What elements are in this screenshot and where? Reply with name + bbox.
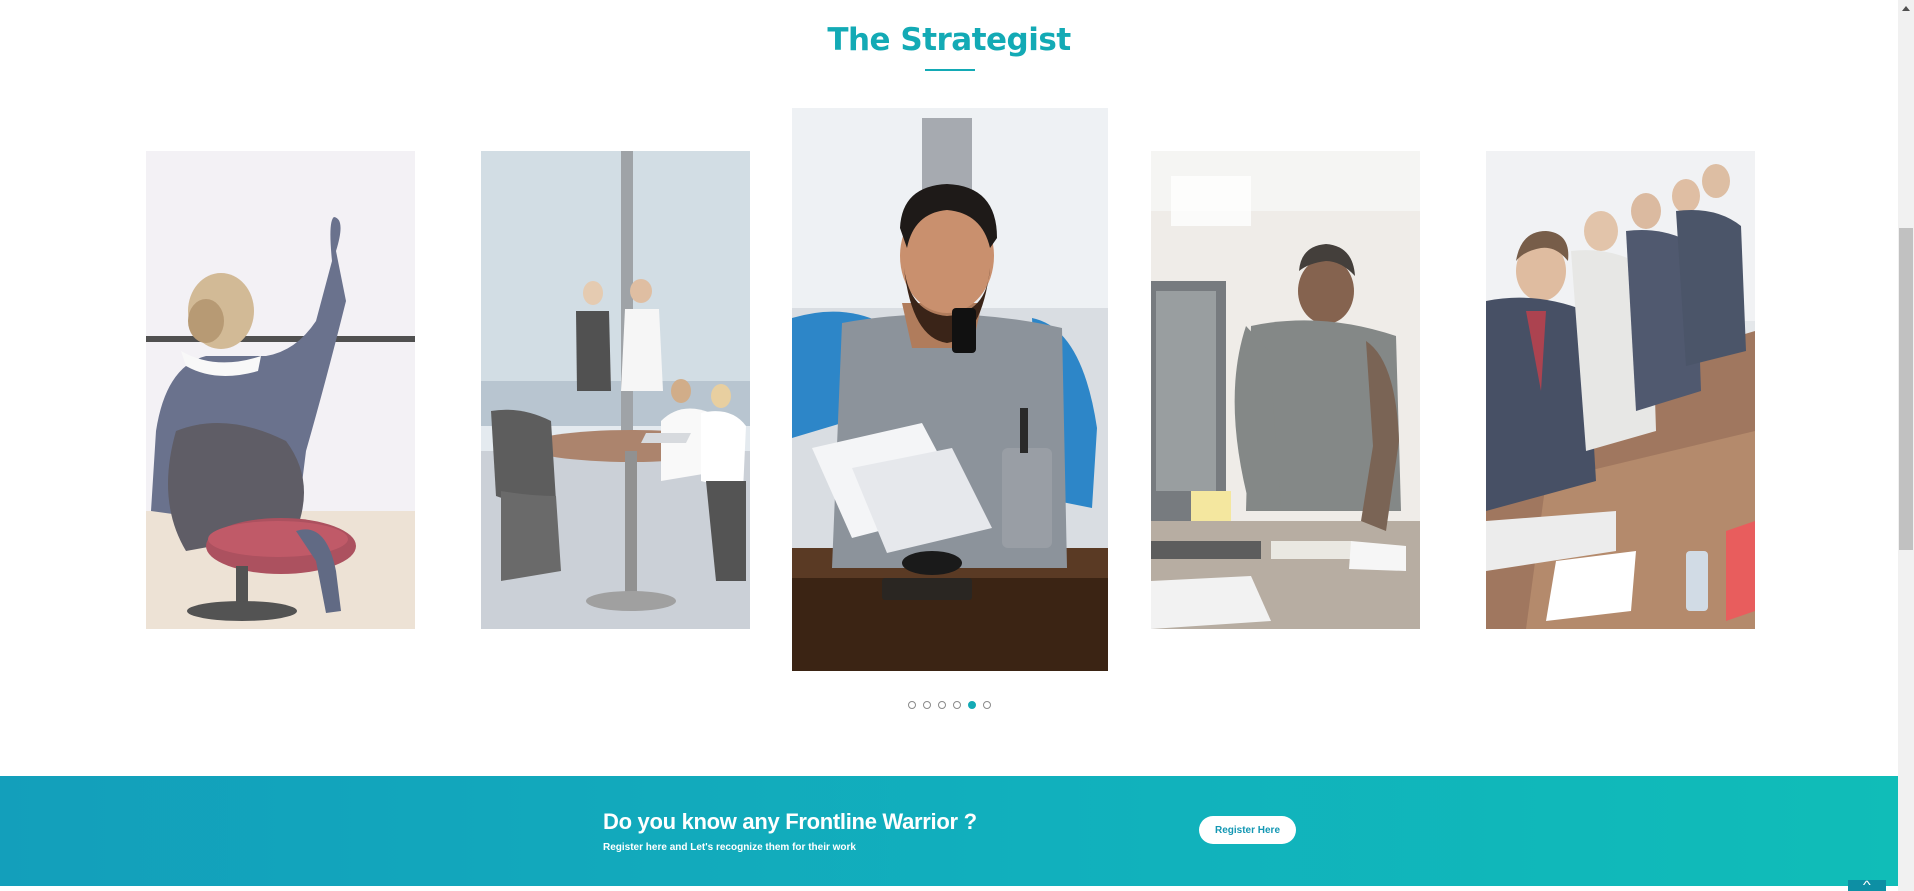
scrollbar-thumb[interactable]	[1899, 228, 1913, 550]
title-underline	[925, 69, 975, 71]
back-to-top-button[interactable]: ^	[1848, 878, 1886, 891]
carousel-dot-6[interactable]	[982, 701, 991, 709]
scroll-up-button[interactable]	[1898, 0, 1914, 16]
banner-subtext: Register here and Let's recognize them f…	[603, 842, 856, 853]
carousel-slide-2[interactable]	[481, 151, 750, 629]
carousel-dot-3[interactable]	[937, 701, 946, 709]
carousel-dot-2[interactable]	[922, 701, 931, 709]
carousel-dot-5[interactable]	[967, 701, 976, 709]
carousel-slide-4[interactable]	[1151, 151, 1420, 629]
triangle-up-icon	[1902, 5, 1910, 11]
carousel-dot-1[interactable]	[907, 701, 916, 709]
carousel-slide-1[interactable]	[146, 151, 415, 629]
man-writing-image	[1151, 151, 1420, 629]
carousel-slide-3[interactable]	[792, 108, 1108, 671]
man-on-phone-image	[792, 108, 1108, 671]
carousel-pagination	[0, 701, 1898, 709]
register-here-button[interactable]: Register Here	[1199, 816, 1296, 844]
chevron-up-icon: ^	[1863, 878, 1871, 891]
carousel-slide-5[interactable]	[1486, 151, 1755, 629]
team-meeting-image	[481, 151, 750, 629]
frontline-warrior-banner: Do you know any Frontline Warrior ? Regi…	[0, 776, 1898, 886]
section-title: The Strategist	[827, 22, 1071, 58]
vertical-scrollbar[interactable]	[1898, 0, 1914, 891]
woman-raising-hand-image	[146, 151, 415, 629]
conference-table-image	[1486, 151, 1755, 629]
banner-heading: Do you know any Frontline Warrior ?	[603, 809, 977, 834]
carousel-dot-4[interactable]	[952, 701, 961, 709]
